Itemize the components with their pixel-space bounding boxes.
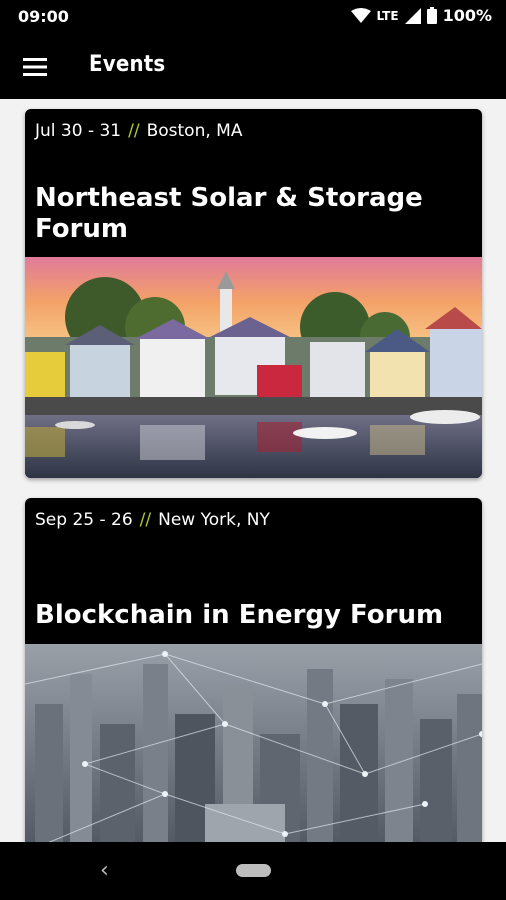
event-title: Northeast Solar & Storage Forum bbox=[35, 183, 423, 244]
event-dates: Jul 30 - 31 bbox=[35, 121, 122, 141]
app-bar: Events bbox=[0, 34, 506, 99]
event-image-harbor bbox=[25, 257, 482, 478]
event-card[interactable]: Sep 25 - 26 // New York, NY Blockchain in … bbox=[25, 498, 482, 842]
battery-label: 100% bbox=[442, 6, 492, 25]
network-label: LTE bbox=[376, 8, 399, 23]
back-chevron-icon[interactable]: ‹ bbox=[100, 858, 109, 883]
wifi-icon bbox=[350, 7, 371, 24]
hamburger-menu-icon[interactable] bbox=[18, 50, 52, 84]
event-location: New York, NY bbox=[158, 510, 270, 530]
event-separator: // bbox=[139, 510, 152, 530]
event-image-city bbox=[25, 644, 482, 842]
event-meta: Jul 30 - 31 // Boston, MA bbox=[35, 121, 242, 141]
page-title: Events bbox=[89, 52, 166, 77]
event-separator: // bbox=[128, 121, 140, 141]
event-location: Boston, MA bbox=[146, 121, 243, 141]
status-icons: LTE 100% bbox=[350, 6, 492, 25]
battery-icon bbox=[426, 7, 437, 24]
events-list[interactable]: Jul 30 - 31 // Boston, MA Northeast Solar … bbox=[0, 99, 506, 842]
event-meta: Sep 25 - 26 // New York, NY bbox=[35, 510, 270, 530]
event-title: Blockchain in Energy Forum bbox=[35, 600, 444, 630]
event-card[interactable]: Jul 30 - 31 // Boston, MA Northeast Solar … bbox=[25, 109, 482, 478]
signal-icon bbox=[404, 7, 421, 24]
event-dates: Sep 25 - 26 bbox=[35, 510, 133, 530]
system-nav-bar: ‹ bbox=[0, 842, 506, 900]
status-time: 09:00 bbox=[18, 7, 69, 26]
status-bar: 09:00 LTE 100% bbox=[0, 0, 506, 34]
home-pill-icon[interactable] bbox=[236, 864, 271, 877]
